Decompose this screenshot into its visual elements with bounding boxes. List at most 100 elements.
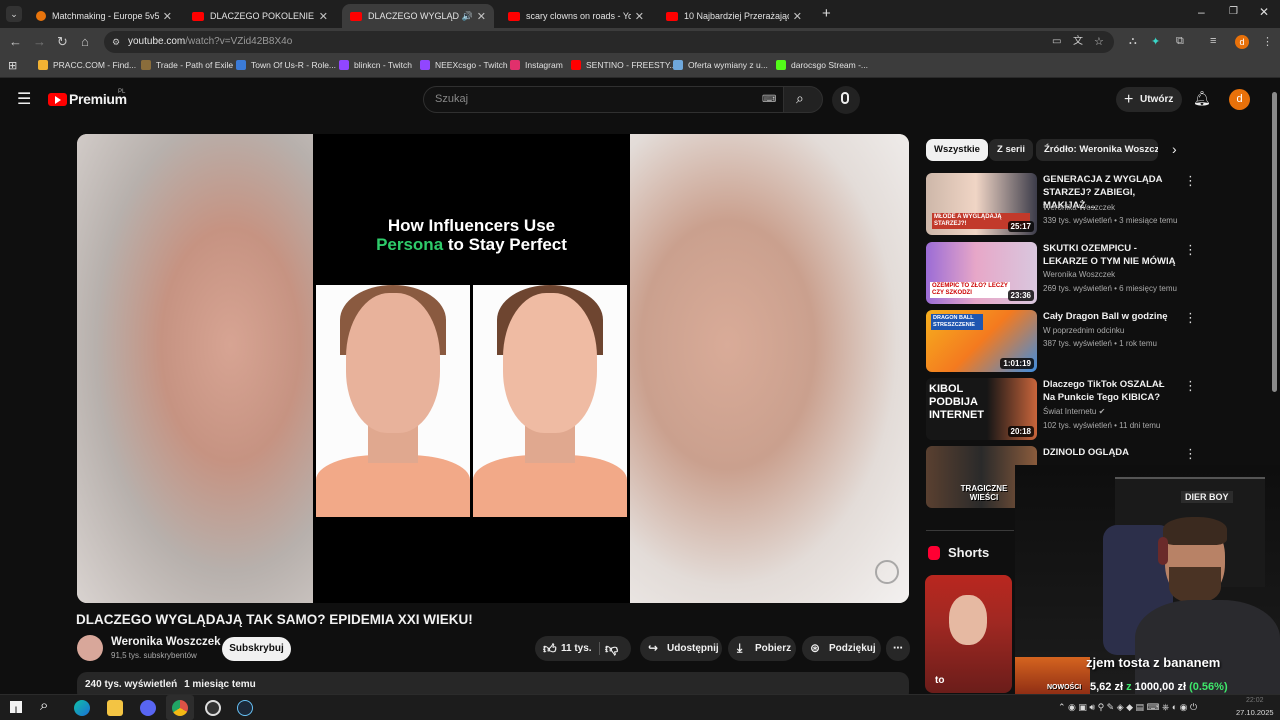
recommended-title[interactable]: Cały Dragon Ball w godzinę: [1043, 310, 1178, 323]
voice-search-button[interactable]: [832, 86, 860, 114]
recommended-title[interactable]: SKUTKI OZEMPICU - LEKARZE O TYM NIE MÓWI…: [1043, 242, 1178, 268]
recommended-channel[interactable]: W poprzednim odcinku: [1043, 326, 1124, 335]
hamburger-menu-icon[interactable]: ☰: [17, 89, 31, 109]
thanks-button[interactable]: ⊛ Podziękuj: [802, 636, 881, 661]
video-player[interactable]: How Influencers Use Persona to Stay Perf…: [77, 134, 909, 603]
back-icon[interactable]: ←: [9, 34, 22, 49]
reading-list-icon[interactable]: ≡: [1210, 35, 1216, 47]
windows-start-icon[interactable]: [10, 701, 22, 713]
channel-name[interactable]: Weronika Woszczek: [111, 636, 221, 648]
browser-menu-icon[interactable]: ⋮: [1262, 35, 1273, 48]
cast-icon[interactable]: ▭: [1052, 31, 1061, 53]
channel-avatar[interactable]: [77, 635, 103, 661]
close-tab-icon[interactable]: ✕: [319, 10, 328, 23]
browser-tab-active[interactable]: DLACZEGO WYGLĄDAJĄ TA 🔊 ✕: [342, 4, 494, 28]
bookmark-item[interactable]: NEEXcsgo - Twitch: [420, 60, 508, 70]
notifications-bell-icon[interactable]: 🔔︎: [1193, 90, 1211, 107]
bookmark-item[interactable]: blinkcn - Twitch: [339, 60, 412, 70]
forward-icon[interactable]: →: [33, 34, 46, 49]
steam-icon[interactable]: [237, 700, 253, 716]
channel-watermark-icon[interactable]: [875, 560, 899, 584]
browser-tab[interactable]: scary clowns on roads - YouTub ✕: [500, 4, 652, 28]
reload-icon[interactable]: ↻: [57, 34, 68, 50]
bookmark-item[interactable]: Oferta wymiany z u...: [673, 60, 768, 70]
subscribe-button[interactable]: Subskrybuj: [222, 637, 291, 661]
bookmark-star-icon[interactable]: ☆: [1094, 31, 1104, 53]
recommended-channel[interactable]: Świat Internetu ✔: [1043, 407, 1105, 416]
bookmark-item[interactable]: SENTINO - FREESTY...: [571, 60, 677, 70]
dislike-button[interactable]: 👎︎: [605, 636, 618, 661]
page-scrollbar[interactable]: [1272, 92, 1277, 392]
bookmark-item[interactable]: Town Of Us-R - Role...: [236, 60, 336, 70]
chevron-right-icon[interactable]: ›: [1172, 141, 1177, 157]
chip-series[interactable]: Z serii: [989, 139, 1033, 161]
more-vertical-icon[interactable]: ⋮: [1184, 310, 1197, 326]
address-bar[interactable]: ⚙ youtube.com/watch?v=VZid42B8X4o ▭ 文 ☆: [104, 31, 1114, 53]
chip-all[interactable]: Wszystkie: [926, 139, 988, 161]
browser-tab[interactable]: Matchmaking - Europe 5v5 Qu ✕: [28, 4, 180, 28]
short-thumbnail[interactable]: to: [925, 575, 1012, 693]
video-thumbnail[interactable]: OZEMPIC TO ZŁO? LECZY CZY SZKODZI 23:36: [926, 242, 1037, 304]
create-button[interactable]: + Utwórz: [1116, 87, 1182, 112]
search-icon[interactable]: ⌕: [40, 697, 48, 714]
speaker-icon[interactable]: 🔊: [462, 11, 473, 22]
recommended-video[interactable]: DRAGON BALL STRESZCZENIE 1:01:19 Cały Dr…: [926, 310, 1272, 372]
minimize-icon[interactable]: –: [1198, 5, 1205, 19]
browser-tab[interactable]: DLACZEGO POKOLENIE Z NIE MA ✕: [184, 4, 336, 28]
close-tab-icon[interactable]: ✕: [635, 10, 644, 23]
search-button[interactable]: ⌕: [783, 86, 823, 113]
bookmark-item[interactable]: Instagram: [510, 60, 563, 70]
close-tab-icon[interactable]: ✕: [163, 10, 172, 23]
bookmark-item[interactable]: PRACC.COM - Find...: [38, 60, 136, 70]
more-actions-button[interactable]: ⋯: [886, 636, 910, 661]
restore-icon[interactable]: ❐: [1229, 6, 1238, 17]
youtube-icon: [350, 11, 362, 21]
profile-avatar[interactable]: d: [1235, 35, 1249, 49]
tab-search-dropdown-icon[interactable]: ⌄: [6, 6, 22, 22]
apps-grid-icon[interactable]: ⊞: [8, 59, 17, 72]
bookmark-item[interactable]: darocsgo Stream -...: [776, 60, 868, 70]
obs-icon[interactable]: [205, 700, 221, 716]
search-input[interactable]: Szukaj ⌨: [423, 86, 785, 113]
recommended-video[interactable]: OZEMPIC TO ZŁO? LECZY CZY SZKODZI 23:36 …: [926, 242, 1272, 304]
youtube-play-triangle-icon: [55, 96, 61, 104]
more-vertical-icon[interactable]: ⋮: [1184, 446, 1197, 462]
recommended-video[interactable]: KIBOL PODBIJA INTERNET 20:18 Dlaczego Ti…: [926, 378, 1272, 440]
recommended-title[interactable]: Dlaczego TikTok OSZALAŁ Na Punkcie Tego …: [1043, 378, 1178, 404]
bookmark-item[interactable]: Trade - Path of Exile: [141, 60, 233, 70]
new-tab-icon[interactable]: +: [822, 5, 831, 22]
translate-icon[interactable]: 文: [1073, 31, 1083, 53]
discord-icon[interactable]: [140, 700, 156, 716]
more-vertical-icon[interactable]: ⋮: [1184, 242, 1197, 258]
more-vertical-icon[interactable]: ⋮: [1184, 378, 1197, 394]
site-info-icon[interactable]: ⚙: [112, 31, 120, 53]
extension-icon[interactable]: ⛬: [1129, 35, 1137, 48]
share-button[interactable]: ↪ Udostępnij: [640, 636, 722, 661]
close-window-icon[interactable]: ✕: [1259, 5, 1269, 19]
close-tab-icon[interactable]: ✕: [477, 10, 486, 23]
bookmark-label: PRACC.COM - Find...: [53, 60, 137, 70]
recommended-channel[interactable]: Weronika Woszczek: [1043, 203, 1115, 212]
close-tab-icon[interactable]: ✕: [793, 10, 802, 23]
recommended-video[interactable]: MŁODE A WYGLĄDAJĄ STARZEJ?! 25:17 GENERA…: [926, 173, 1272, 235]
account-avatar[interactable]: d: [1229, 89, 1250, 110]
recommended-title[interactable]: DZINOLD OGLĄDA: [1043, 446, 1178, 459]
system-tray-icons[interactable]: ⌃ ◉ ▣ 🔊︎ ⚲ ✎ ◈ ◆ ▤ ⌨ ⎈ ◐ ◉ ⏻: [1058, 702, 1197, 713]
file-explorer-icon[interactable]: [107, 700, 123, 716]
home-icon[interactable]: ⌂: [81, 34, 89, 49]
video-thumbnail[interactable]: MŁODE A WYGLĄDAJĄ STARZEJ?! 25:17: [926, 173, 1037, 235]
video-thumbnail[interactable]: KIBOL PODBIJA INTERNET 20:18: [926, 378, 1037, 440]
browser-tab[interactable]: 10 Najbardziej Przerażających ✕: [658, 4, 810, 28]
extensions-puzzle-icon[interactable]: ⧉: [1176, 35, 1184, 48]
keyboard-icon[interactable]: ⌨: [762, 87, 776, 112]
tray-date[interactable]: 27.10.2025: [1236, 708, 1274, 717]
edge-icon[interactable]: [74, 700, 90, 716]
tray-time[interactable]: 22:02: [1246, 697, 1264, 704]
chip-source[interactable]: Źródło: Weronika Woszczek: [1036, 139, 1158, 161]
extension-icon[interactable]: ✦: [1151, 35, 1160, 48]
recommended-channel[interactable]: Weronika Woszczek: [1043, 270, 1115, 279]
video-thumbnail[interactable]: DRAGON BALL STRESZCZENIE 1:01:19: [926, 310, 1037, 372]
like-button[interactable]: 👍︎ 11 tys.: [535, 636, 599, 661]
download-button[interactable]: ⤓ Pobierz: [728, 636, 796, 661]
more-vertical-icon[interactable]: ⋮: [1184, 173, 1197, 189]
